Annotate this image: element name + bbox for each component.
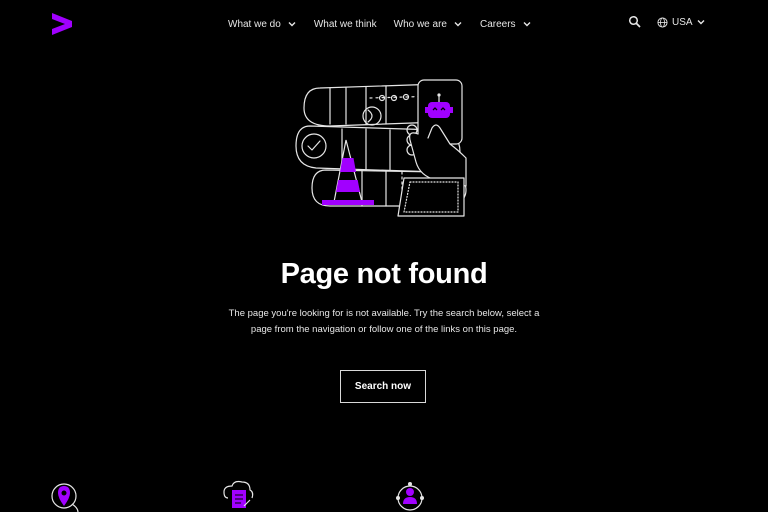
accenture-logo-icon[interactable]: [50, 13, 74, 35]
chevron-down-icon: [697, 20, 705, 25]
search-icon[interactable]: [628, 15, 642, 29]
globe-icon: [657, 16, 668, 28]
page-title: Page not found: [280, 258, 488, 290]
chevron-down-icon: [288, 22, 296, 27]
error-message: The page you're looking for is not avail…: [228, 308, 540, 335]
page-not-found-illustration: [295, 79, 467, 217]
locale-selector[interactable]: USA: [657, 17, 706, 28]
chevron-down-icon: [523, 22, 531, 27]
nav-item-careers[interactable]: Careers: [480, 16, 532, 32]
location-pin-icon: [51, 483, 79, 512]
search-now-button[interactable]: Search now: [340, 370, 426, 403]
main-nav: What we do What we think Who we are Care…: [228, 16, 549, 32]
nav-item-what-we-think[interactable]: What we think: [314, 16, 377, 32]
nav-item-label: Who we are: [393, 18, 447, 30]
page: What we do What we think Who we are Care…: [0, 0, 768, 512]
nav-item-what-we-do[interactable]: What we do: [228, 16, 297, 32]
nav-item-label: Careers: [479, 18, 516, 30]
header-utilities: USA: [628, 15, 706, 29]
nav-item-who-we-are[interactable]: Who we are: [394, 16, 463, 32]
nav-item-label: What we do: [228, 18, 281, 30]
site-header: What we do What we think Who we are Care…: [0, 0, 768, 48]
locale-label: USA: [672, 16, 693, 28]
nav-item-label: What we think: [313, 18, 377, 30]
person-network-icon: [396, 482, 424, 511]
chevron-down-icon: [454, 22, 462, 27]
document-cloud-icon: [223, 480, 254, 508]
